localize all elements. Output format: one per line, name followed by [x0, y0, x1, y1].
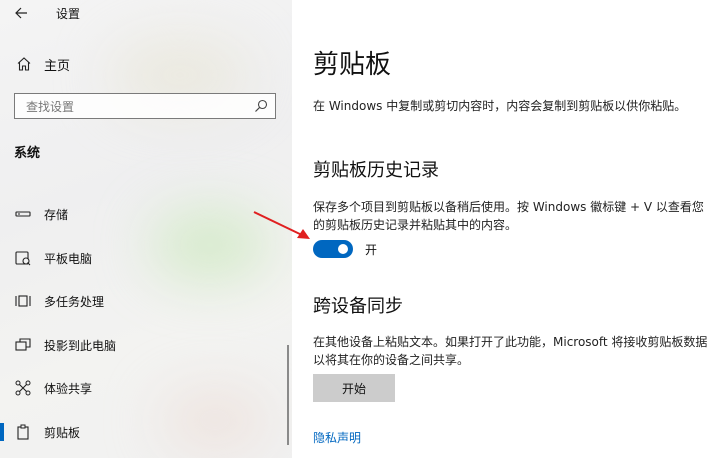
toggle-knob: [338, 244, 348, 254]
sidebar-item-label: 存储: [44, 208, 69, 222]
sidebar-item-label: 主页: [44, 59, 71, 74]
history-description: 保存多个项目到剪贴板以备稍后使用。按 Windows 徽标键 + V 以查看您的…: [313, 200, 704, 232]
sidebar-item-label: 投影到此电脑: [44, 339, 117, 353]
sidebar-item-label: 平板电脑: [44, 252, 93, 266]
sidebar-item-storage[interactable]: 存储: [0, 201, 292, 227]
sync-description: 在其他设备上粘贴文本。如果打开了此功能，Microsoft 将接收剪贴板数据以将…: [313, 335, 708, 367]
sidebar-item-multitasking[interactable]: 多任务处理: [0, 288, 292, 314]
sidebar: 设置 主页 系统 存储 平板电脑 多任务处: [0, 0, 292, 458]
tablet-icon: [15, 251, 31, 266]
content-pane: 剪贴板 在 Windows 中复制或剪切内容时，内容会复制到剪贴板以供你粘贴。 …: [292, 0, 720, 458]
shared-experiences-icon: [15, 380, 31, 396]
home-icon: [17, 57, 31, 71]
sidebar-item-label: 体验共享: [44, 382, 93, 396]
sidebar-item-label: 多任务处理: [44, 295, 105, 309]
sidebar-item-tablet[interactable]: 平板电脑: [0, 245, 292, 271]
page-description: 在 Windows 中复制或剪切内容时，内容会复制到剪贴板以供你粘贴。: [313, 99, 687, 113]
window-title: 设置: [56, 7, 81, 21]
clipboard-icon: [17, 424, 29, 440]
search-icon[interactable]: [253, 98, 269, 114]
sidebar-item-home[interactable]: 主页: [0, 52, 292, 76]
title-bar: 设置: [0, 0, 292, 26]
back-arrow-icon: [15, 7, 27, 19]
multitasking-icon: [15, 295, 31, 307]
annotation-arrow-icon: [253, 211, 310, 239]
sync-start-button[interactable]: 开始: [313, 374, 395, 402]
sidebar-item-label: 剪贴板: [44, 426, 81, 440]
sidebar-item-clipboard[interactable]: 剪贴板: [0, 419, 292, 445]
history-heading: 剪贴板历史记录: [313, 160, 439, 181]
back-button[interactable]: [11, 3, 33, 23]
privacy-statement-link[interactable]: 隐私声明: [313, 429, 361, 446]
projecting-icon: [15, 338, 31, 351]
sidebar-item-shared-experiences[interactable]: 体验共享: [0, 375, 292, 401]
sidebar-scrollbar[interactable]: [287, 345, 289, 445]
page-title: 剪贴板: [313, 50, 392, 80]
search-input[interactable]: [24, 97, 248, 117]
storage-icon: [15, 211, 31, 217]
search-box[interactable]: [14, 93, 276, 119]
section-title: 系统: [14, 146, 41, 161]
sync-heading: 跨设备同步: [313, 296, 403, 317]
sidebar-item-projecting[interactable]: 投影到此电脑: [0, 332, 292, 358]
toggle-state-label: 开: [365, 243, 378, 257]
selected-indicator: [0, 423, 4, 441]
